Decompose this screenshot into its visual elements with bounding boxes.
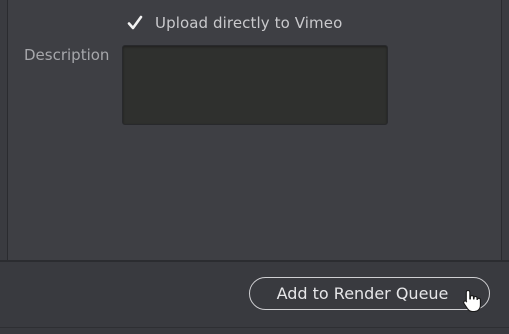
- description-field[interactable]: [122, 45, 388, 125]
- upload-vimeo-checkbox[interactable]: [126, 14, 144, 32]
- hand-pointer-cursor-icon: [463, 289, 481, 313]
- checkmark-icon: [127, 15, 143, 30]
- render-settings-window: Upload directly to Vimeo Description Add…: [0, 0, 509, 334]
- description-label: Description: [24, 46, 110, 64]
- bottom-divider: [0, 327, 509, 328]
- upload-vimeo-row[interactable]: Upload directly to Vimeo: [126, 10, 342, 36]
- upload-vimeo-label: Upload directly to Vimeo: [155, 14, 343, 32]
- settings-panel: Upload directly to Vimeo Description: [7, 0, 502, 262]
- add-to-render-queue-button[interactable]: Add to Render Queue: [249, 277, 490, 310]
